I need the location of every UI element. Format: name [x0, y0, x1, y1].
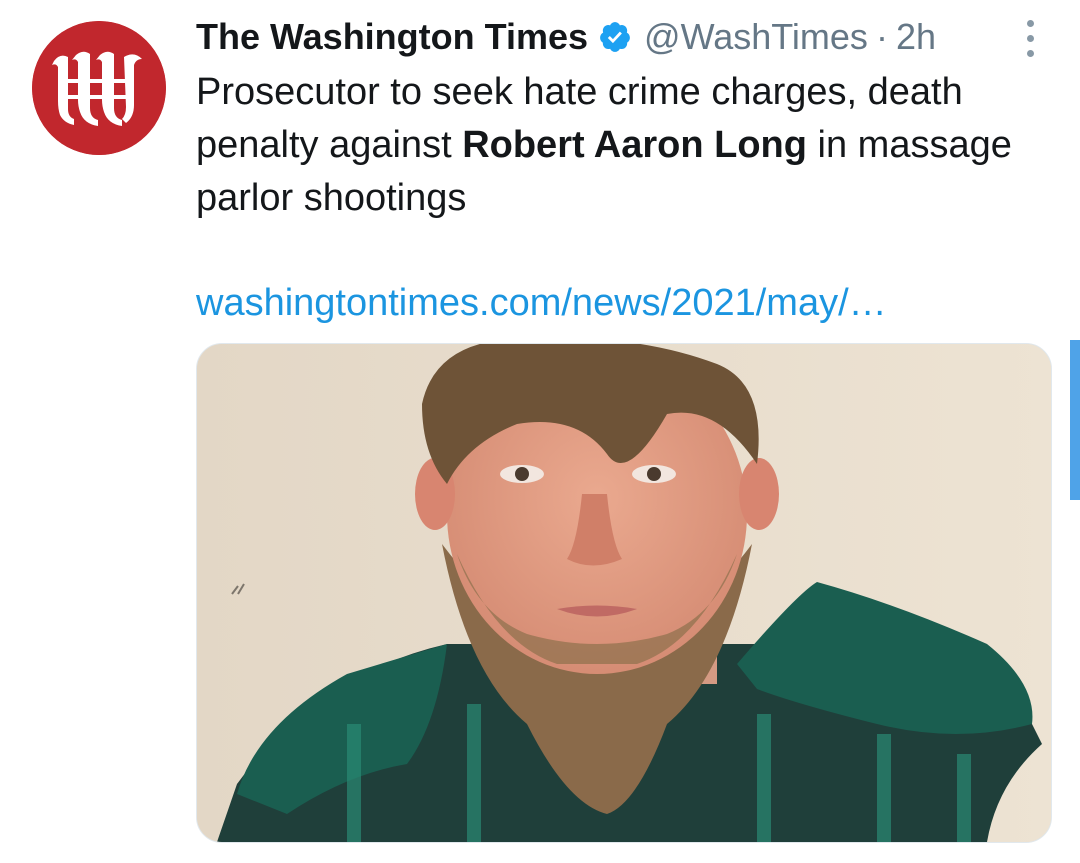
- mugshot-photo: [197, 344, 1051, 842]
- tweet-card[interactable]: The Washington Times @WashTimes · 2h Pro…: [0, 0, 1080, 863]
- separator: ·: [875, 16, 888, 57]
- verified-badge-icon: [600, 22, 630, 52]
- tweet-header: The Washington Times @WashTimes · 2h: [196, 14, 936, 60]
- tweet-text: Prosecutor to seek hate crime charges, d…: [196, 66, 1056, 225]
- display-name[interactable]: The Washington Times: [196, 16, 588, 58]
- more-vertical-icon[interactable]: [1010, 18, 1050, 58]
- washington-times-logo: [32, 21, 166, 155]
- handle[interactable]: @WashTimes: [644, 16, 868, 58]
- timestamp[interactable]: 2h: [896, 16, 936, 58]
- tweet-text-bold: Robert Aaron Long: [462, 124, 807, 166]
- tweet-link[interactable]: washingtontimes.com/news/2021/may/…: [196, 278, 887, 328]
- tweet-image[interactable]: [196, 343, 1052, 843]
- scrollbar[interactable]: [1070, 340, 1080, 500]
- avatar[interactable]: [32, 21, 166, 155]
